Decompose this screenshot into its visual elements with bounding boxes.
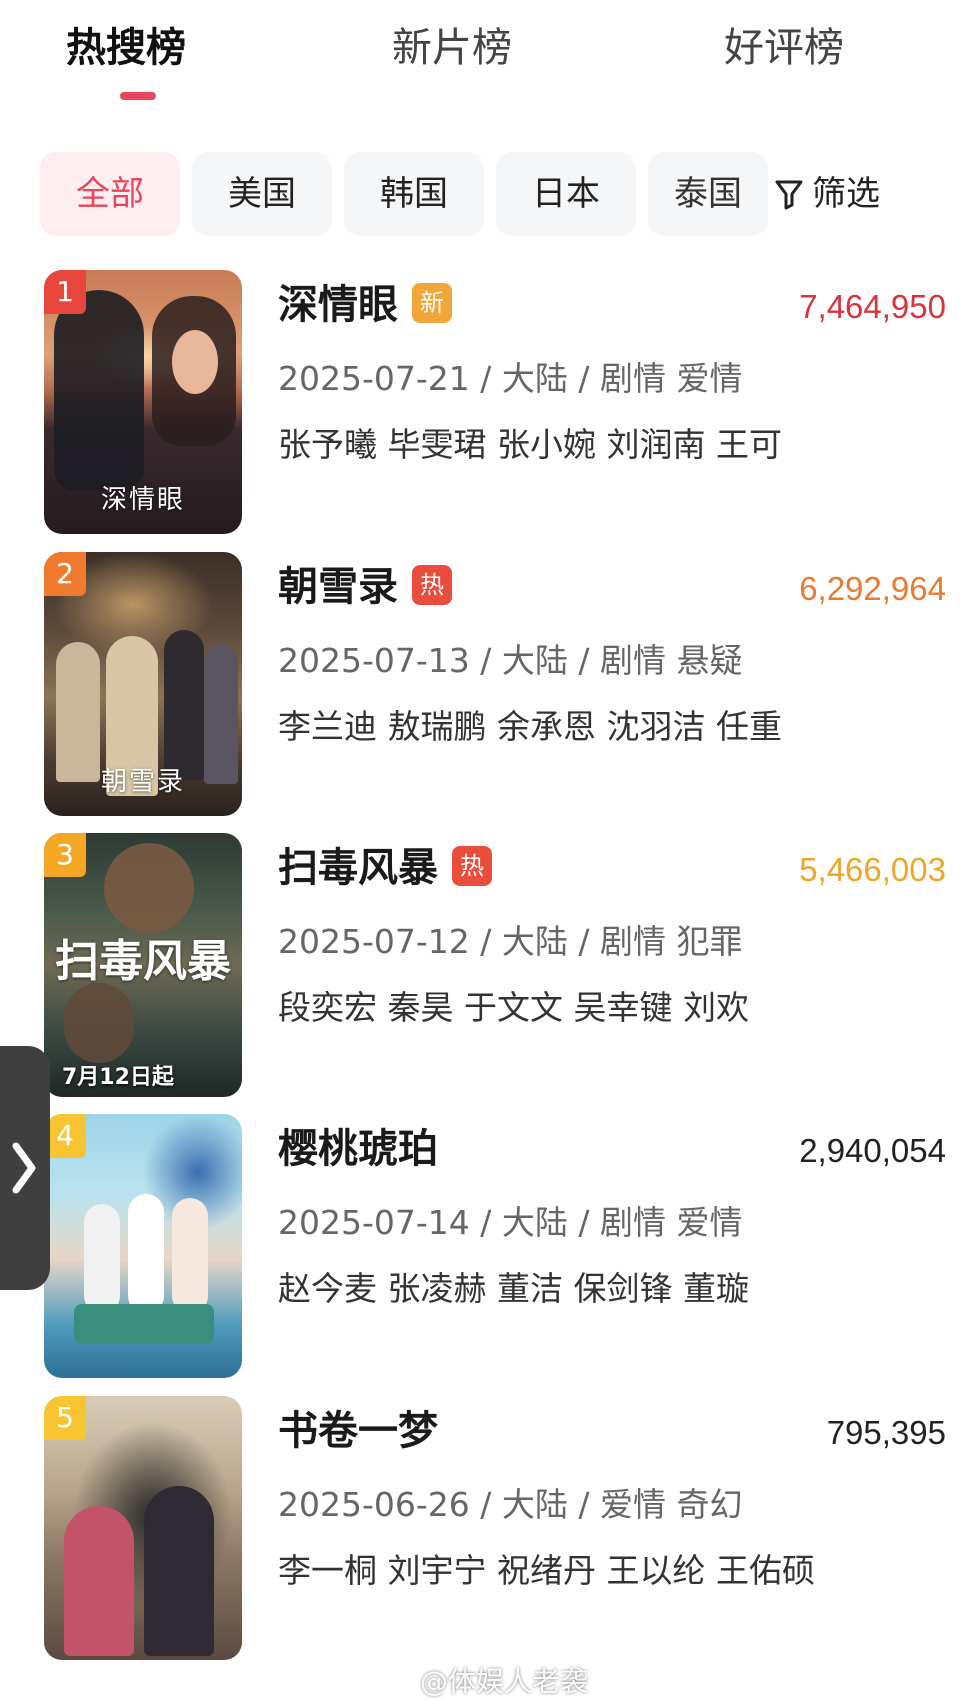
- filter-label: 筛选: [812, 174, 880, 214]
- hot-badge: 热: [412, 565, 452, 605]
- show-title: 深情眼新: [278, 278, 452, 332]
- list-item[interactable]: 深情眼 1 深情眼新 7,464,950 2025-07-21 / 大陆 / 剧…: [0, 270, 964, 540]
- poster-caption: 扫毒风暴: [55, 936, 231, 987]
- filter-button[interactable]: 筛选: [770, 152, 880, 236]
- rank-badge: 4: [44, 1114, 86, 1158]
- show-meta: 2025-07-14 / 大陆 / 剧情 爱情: [278, 1203, 743, 1242]
- show-title: 朝雪录热: [278, 560, 452, 614]
- hot-badge: 热: [452, 846, 492, 886]
- heat-value: 7,464,950: [799, 288, 946, 325]
- new-badge: 新: [412, 283, 452, 323]
- rank-badge: 3: [44, 833, 86, 877]
- poster-image: 朝雪录 2: [44, 552, 242, 816]
- active-tab-indicator: [120, 92, 156, 100]
- show-cast: 李一桐 刘宇宁 祝绪丹 王以纶 王佑硕: [278, 1551, 815, 1590]
- show-cast: 李兰迪 敖瑞鹏 余承恩 沈羽洁 任重: [278, 707, 782, 746]
- heat-value: 6,292,964: [799, 570, 946, 607]
- show-meta: 2025-06-26 / 大陆 / 爱情 奇幻: [278, 1485, 743, 1524]
- chip-usa[interactable]: 美国: [192, 152, 332, 236]
- poster-image: 5: [44, 1396, 242, 1660]
- show-title: 书卷一梦: [278, 1408, 438, 1454]
- chip-korea[interactable]: 韩国: [344, 152, 484, 236]
- list-item[interactable]: 朝雪录 2 朝雪录热 6,292,964 2025-07-13 / 大陆 / 剧…: [0, 552, 964, 822]
- region-filter-bar: 全部 美国 韩国 日本 泰国 筛选: [0, 152, 964, 236]
- rank-badge: 2: [44, 552, 86, 596]
- show-cast: 赵今麦 张凌赫 董洁 保剑锋 董璇: [278, 1269, 749, 1308]
- tab-top-rated[interactable]: 好评榜: [724, 18, 844, 78]
- chip-japan[interactable]: 日本: [496, 152, 636, 236]
- funnel-icon: [774, 178, 804, 210]
- poster-image: 扫毒风暴 7月12日起 3: [44, 833, 242, 1097]
- heat-value: 2,940,054: [799, 1132, 946, 1169]
- rank-badge: 5: [44, 1396, 86, 1440]
- show-cast: 段奕宏 秦昊 于文文 吴幸键 刘欢: [278, 988, 749, 1027]
- poster-image: 深情眼 1: [44, 270, 242, 534]
- heat-value: 795,395: [826, 1414, 946, 1451]
- show-meta: 2025-07-21 / 大陆 / 剧情 爱情: [278, 359, 743, 398]
- show-cast: 张予曦 毕雯珺 张小婉 刘润南 王可: [278, 425, 782, 464]
- list-item[interactable]: 5 书卷一梦 795,395 2025-06-26 / 大陆 / 爱情 奇幻 李…: [0, 1396, 964, 1666]
- chip-all[interactable]: 全部: [40, 152, 180, 236]
- show-title: 扫毒风暴热: [278, 841, 492, 895]
- list-item[interactable]: 扫毒风暴 7月12日起 3 扫毒风暴热 5,466,003 2025-07-12…: [0, 833, 964, 1103]
- watermark: @体娱人老袭: [420, 1665, 589, 1698]
- list-item[interactable]: 4 樱桃琥珀 2,940,054 2025-07-14 / 大陆 / 剧情 爱情…: [0, 1114, 964, 1384]
- show-title: 樱桃琥珀: [278, 1126, 438, 1172]
- poster-caption: 朝雪录: [100, 767, 185, 797]
- tab-new-release[interactable]: 新片榜: [392, 18, 512, 78]
- heat-value: 5,466,003: [799, 851, 946, 888]
- chip-thailand[interactable]: 泰国: [648, 152, 768, 236]
- poster-image: 4: [44, 1114, 242, 1378]
- rank-badge: 1: [44, 270, 86, 314]
- show-meta: 2025-07-12 / 大陆 / 剧情 犯罪: [278, 922, 743, 961]
- side-drawer-handle[interactable]: [0, 1046, 50, 1290]
- poster-date: 7月12日起: [62, 1065, 174, 1090]
- poster-caption: 深情眼: [100, 485, 185, 515]
- ranking-tabs: 热搜榜 新片榜 好评榜: [0, 0, 964, 110]
- tab-hot-search[interactable]: 热搜榜: [66, 18, 186, 78]
- show-meta: 2025-07-13 / 大陆 / 剧情 悬疑: [278, 641, 743, 680]
